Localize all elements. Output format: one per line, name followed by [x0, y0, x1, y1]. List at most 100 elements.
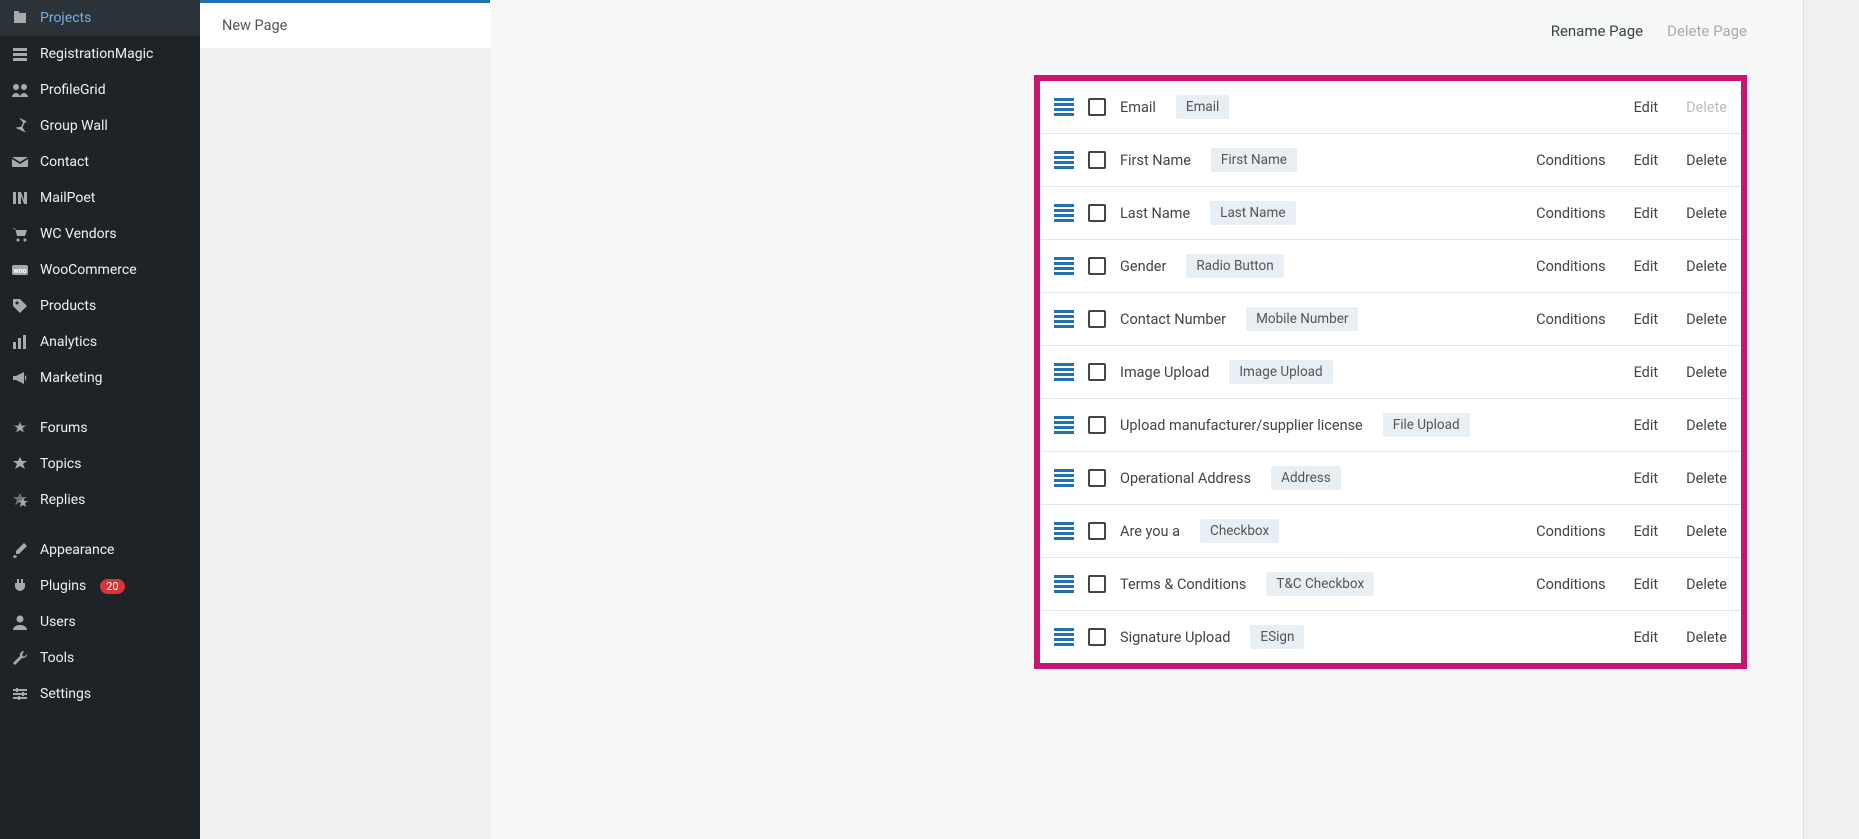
sidebar-item-label: RegistrationMagic: [40, 46, 153, 62]
delete-page-link[interactable]: Delete Page: [1667, 22, 1747, 40]
delete-link[interactable]: Delete: [1686, 470, 1727, 487]
tools-icon: [10, 648, 30, 668]
sidebar-item-marketing[interactable]: Marketing: [0, 360, 200, 396]
delete-link[interactable]: Delete: [1686, 364, 1727, 381]
field-name-label: Terms & Conditions: [1120, 576, 1246, 593]
edit-link[interactable]: Edit: [1634, 576, 1659, 593]
edit-link[interactable]: Edit: [1634, 523, 1659, 540]
sidebar-item-projects[interactable]: Projects: [0, 0, 200, 36]
sidebar-item-profilegrid[interactable]: ProfileGrid: [0, 72, 200, 108]
select-checkbox[interactable]: [1088, 469, 1106, 487]
field-row: Contact NumberMobile NumberConditionsEdi…: [1040, 293, 1741, 346]
mail-icon: [10, 152, 30, 172]
select-checkbox[interactable]: [1088, 257, 1106, 275]
conditions-link[interactable]: Conditions: [1536, 576, 1605, 593]
sidebar-item-replies[interactable]: Replies: [0, 482, 200, 518]
field-type-tag: Last Name: [1210, 201, 1295, 225]
drag-handle-icon[interactable]: [1054, 257, 1074, 275]
drag-handle-icon[interactable]: [1054, 204, 1074, 222]
drag-handle-icon[interactable]: [1054, 469, 1074, 487]
select-checkbox[interactable]: [1088, 416, 1106, 434]
sidebar-item-label: WC Vendors: [40, 226, 117, 242]
field-row: Last NameLast NameConditionsEditDelete: [1040, 187, 1741, 240]
edit-link[interactable]: Edit: [1634, 152, 1659, 169]
delete-link[interactable]: Delete: [1686, 205, 1727, 222]
user-icon: [10, 612, 30, 632]
delete-link[interactable]: Delete: [1686, 417, 1727, 434]
sidebar-item-group-wall[interactable]: Group Wall: [0, 108, 200, 144]
new-page-tab[interactable]: New Page: [200, 0, 490, 48]
row-actions: Conditions Edit Delete: [1536, 205, 1727, 222]
field-type-tag: Mobile Number: [1246, 307, 1358, 331]
page-actions: Rename Page Delete Page: [1551, 22, 1747, 40]
rename-page-link[interactable]: Rename Page: [1551, 22, 1643, 40]
sidebar-item-label: Topics: [40, 456, 81, 472]
drag-handle-icon[interactable]: [1054, 151, 1074, 169]
sidebar-item-appearance[interactable]: Appearance: [0, 532, 200, 568]
sidebar-item-label: Replies: [40, 492, 85, 508]
replies-icon: [10, 490, 30, 510]
select-checkbox[interactable]: [1088, 522, 1106, 540]
conditions-link[interactable]: Conditions: [1536, 311, 1605, 328]
sidebar-item-woocommerce[interactable]: wooWooCommerce: [0, 252, 200, 288]
edit-link[interactable]: Edit: [1634, 629, 1659, 646]
sidebar-item-label: Projects: [40, 10, 91, 26]
sidebar-item-plugins[interactable]: Plugins20: [0, 568, 200, 604]
drag-handle-icon[interactable]: [1054, 628, 1074, 646]
sidebar-item-mailpoet[interactable]: MailPoet: [0, 180, 200, 216]
drag-handle-icon[interactable]: [1054, 363, 1074, 381]
edit-link[interactable]: Edit: [1634, 364, 1659, 381]
brush-icon: [10, 540, 30, 560]
select-checkbox[interactable]: [1088, 151, 1106, 169]
sidebar-item-label: ProfileGrid: [40, 82, 106, 98]
edit-link[interactable]: Edit: [1634, 470, 1659, 487]
profilegrid-icon: [10, 80, 30, 100]
conditions-link[interactable]: Conditions: [1536, 152, 1605, 169]
edit-link[interactable]: Edit: [1634, 99, 1659, 116]
drag-handle-icon[interactable]: [1054, 98, 1074, 116]
sidebar-item-settings[interactable]: Settings: [0, 676, 200, 712]
drag-handle-icon[interactable]: [1054, 575, 1074, 593]
settings-icon: [10, 684, 30, 704]
edit-link[interactable]: Edit: [1634, 205, 1659, 222]
select-checkbox[interactable]: [1088, 628, 1106, 646]
delete-link[interactable]: Delete: [1686, 152, 1727, 169]
select-checkbox[interactable]: [1088, 363, 1106, 381]
sidebar-item-contact[interactable]: Contact: [0, 144, 200, 180]
sidebar-item-tools[interactable]: Tools: [0, 640, 200, 676]
sidebar-item-label: Tools: [40, 650, 74, 666]
delete-link[interactable]: Delete: [1686, 576, 1727, 593]
sidebar-item-topics[interactable]: Topics: [0, 446, 200, 482]
edit-link[interactable]: Edit: [1634, 417, 1659, 434]
select-checkbox[interactable]: [1088, 98, 1106, 116]
select-checkbox[interactable]: [1088, 310, 1106, 328]
drag-handle-icon[interactable]: [1054, 416, 1074, 434]
field-type-tag: Radio Button: [1186, 254, 1283, 278]
conditions-link[interactable]: Conditions: [1536, 258, 1605, 275]
select-checkbox[interactable]: [1088, 204, 1106, 222]
edit-link[interactable]: Edit: [1634, 311, 1659, 328]
sidebar-item-label: Products: [40, 298, 96, 314]
delete-link[interactable]: Delete: [1686, 523, 1727, 540]
sidebar-item-label: MailPoet: [40, 190, 95, 206]
delete-link[interactable]: Delete: [1686, 629, 1727, 646]
select-checkbox[interactable]: [1088, 575, 1106, 593]
sidebar-item-registrationmagic[interactable]: RegistrationMagic: [0, 36, 200, 72]
sidebar-item-products[interactable]: Products: [0, 288, 200, 324]
woo-icon: woo: [10, 260, 30, 280]
sidebar-item-wc-vendors[interactable]: WC Vendors: [0, 216, 200, 252]
marketing-icon: [10, 368, 30, 388]
badge: 20: [100, 579, 124, 594]
sidebar-item-users[interactable]: Users: [0, 604, 200, 640]
drag-handle-icon[interactable]: [1054, 522, 1074, 540]
delete-link[interactable]: Delete: [1686, 311, 1727, 328]
edit-link[interactable]: Edit: [1634, 258, 1659, 275]
drag-handle-icon[interactable]: [1054, 310, 1074, 328]
delete-link[interactable]: Delete: [1686, 258, 1727, 275]
sidebar-item-analytics[interactable]: Analytics: [0, 324, 200, 360]
conditions-link[interactable]: Conditions: [1536, 523, 1605, 540]
sidebar-item-forums[interactable]: Forums: [0, 410, 200, 446]
conditions-link[interactable]: Conditions: [1536, 205, 1605, 222]
field-name-label: Gender: [1120, 258, 1166, 275]
right-gutter: [1803, 0, 1859, 839]
